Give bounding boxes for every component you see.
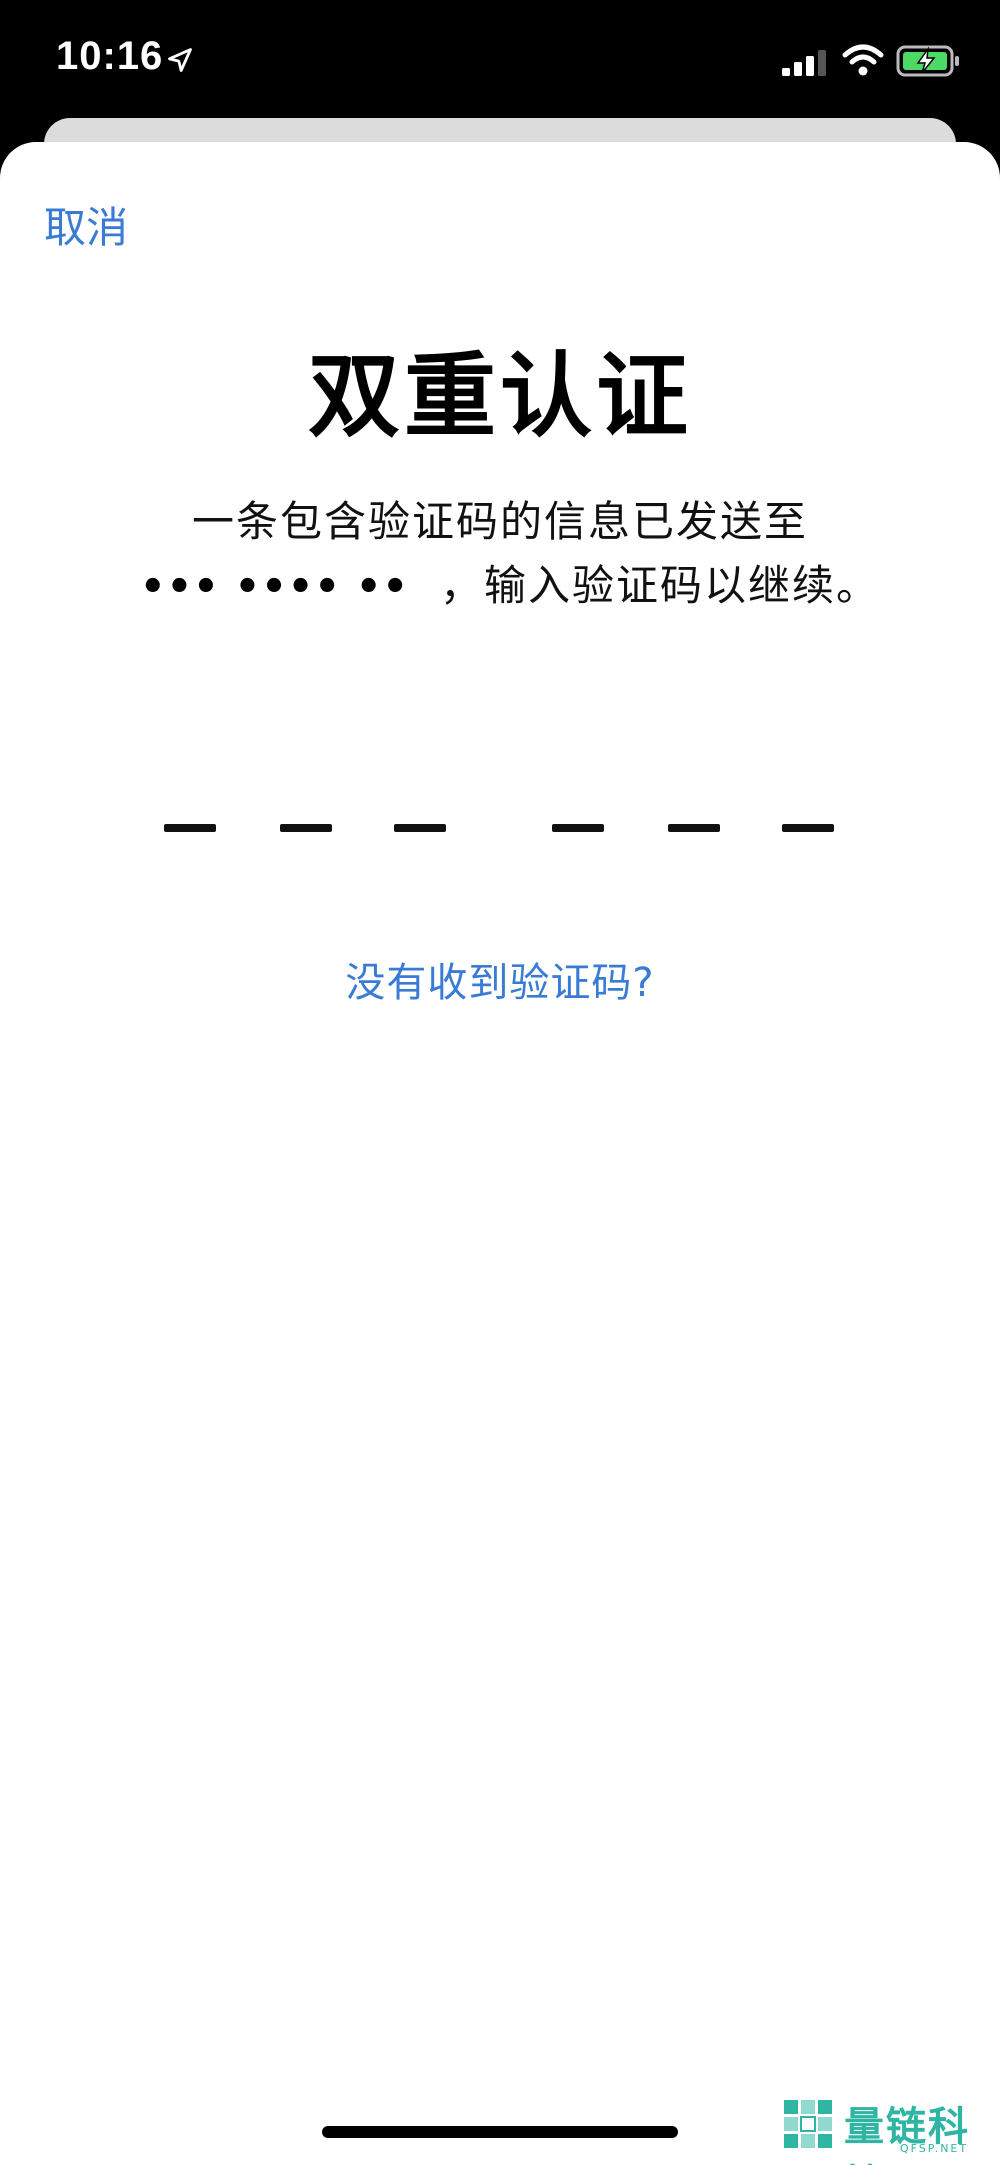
code-slot-5[interactable]	[668, 824, 720, 832]
description-line-1: 一条包含验证码的信息已发送至	[191, 497, 808, 546]
cancel-button[interactable]: 取消	[44, 194, 128, 255]
status-time: 10:16	[56, 34, 164, 78]
resend-code-link[interactable]: 没有收到验证码?	[0, 950, 1000, 1008]
battery-charging-icon	[896, 45, 959, 77]
location-arrow-icon	[168, 48, 192, 72]
watermark-subtext: QFSP.NET	[900, 2142, 969, 2155]
watermark-logo-icon	[784, 2100, 832, 2148]
code-slot-3[interactable]	[394, 824, 446, 832]
screen: 10:16 取消 双重认证 一条包含验证码的信息已发送至 ••• •••• ••	[0, 0, 1000, 2165]
verification-code-input[interactable]	[0, 824, 1000, 844]
code-slot-6[interactable]	[782, 824, 834, 832]
watermark: 量链科技 QFSP.NET	[780, 2092, 990, 2165]
wifi-icon	[842, 44, 884, 76]
two-factor-sheet: 取消 双重认证 一条包含验证码的信息已发送至 ••• •••• •• ，输入验证码…	[0, 142, 1000, 2165]
home-indicator[interactable]	[322, 2126, 678, 2138]
page-title: 双重认证	[307, 343, 692, 450]
cellular-signal-icon	[782, 50, 826, 76]
description-suffix: ，输入验证码以继续。	[440, 561, 881, 610]
status-bar: 10:16	[0, 0, 1000, 120]
code-slot-4[interactable]	[552, 824, 604, 832]
description-line-2: ••• •••• •• ，输入验证码以继续。	[140, 552, 900, 613]
code-slot-1[interactable]	[164, 824, 216, 832]
code-slot-2[interactable]	[280, 824, 332, 832]
masked-phone-number: ••• •••• ••	[140, 564, 409, 610]
